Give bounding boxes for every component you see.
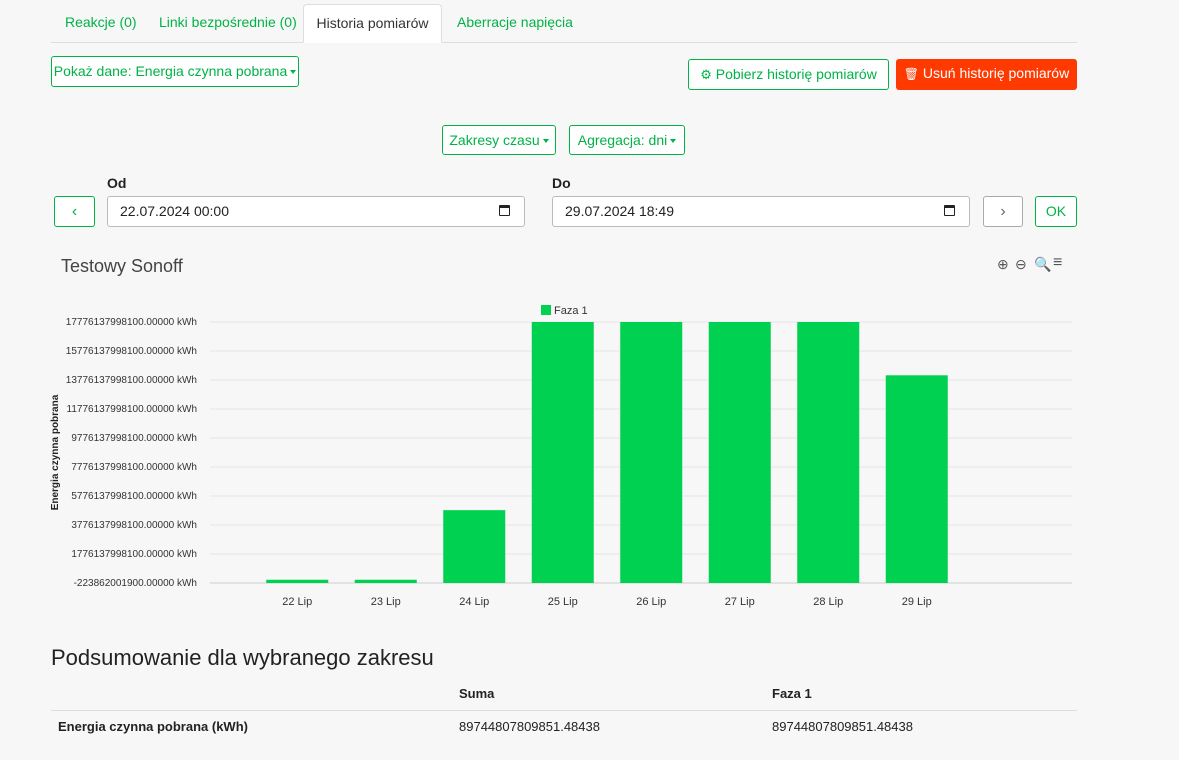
zoom-out-icon[interactable]: ⊖ — [1015, 256, 1027, 273]
legend-swatch — [541, 305, 551, 315]
chart-menu-icon[interactable]: ≡ — [1053, 254, 1062, 272]
show-data-dropdown[interactable]: Pokaż dane: Energia czynna pobrana — [51, 56, 299, 87]
to-label: Do — [552, 175, 571, 191]
y-tick-label: 1776137998100.00000 kWh — [71, 549, 197, 560]
bar — [708, 322, 771, 583]
to-datetime-input[interactable]: 29.07.2024 18:49 — [552, 196, 970, 227]
tab-direct-links[interactable]: Linki bezpośrednie (0) — [159, 4, 297, 41]
x-tick-label: 26 Lip — [636, 596, 666, 608]
summary-row-sum: 89744807809851.48438 — [459, 719, 600, 734]
bar — [620, 322, 683, 583]
x-tick-label: 28 Lip — [813, 596, 843, 608]
x-tick-label: 29 Lip — [902, 596, 932, 608]
y-tick-label: 17776137998100.00000 kWh — [66, 317, 197, 328]
summary-title: Podsumowanie dla wybranego zakresu — [51, 645, 434, 670]
gear-icon: ⚙ — [700, 67, 712, 82]
summary-divider — [51, 710, 1077, 711]
bar — [266, 579, 329, 583]
tab-voltage-aberrations[interactable]: Aberracje napięcia — [457, 4, 573, 41]
tab-bar: Reakcje (0) Linki bezpośrednie (0) Histo… — [51, 4, 1077, 43]
tab-reactions[interactable]: Reakcje (0) — [65, 4, 137, 41]
x-tick-label: 25 Lip — [548, 596, 578, 608]
calendar-icon[interactable] — [944, 205, 955, 216]
bar — [531, 322, 594, 583]
bar — [354, 579, 417, 583]
delete-history-label: Usuń historię pomiarów — [922, 65, 1070, 81]
x-tick-label: 24 Lip — [459, 596, 489, 608]
next-range-button[interactable]: › — [983, 196, 1023, 227]
chart-title: Testowy Sonoff — [61, 256, 183, 276]
trash-icon: 🗑 — [903, 67, 920, 81]
legend-label: Faza 1 — [554, 305, 588, 317]
download-history-label: Pobierz historię pomiarów — [715, 66, 877, 82]
bar — [443, 510, 506, 583]
y-tick-label: 9776137998100.00000 kWh — [71, 433, 197, 444]
ok-label: OK — [1045, 203, 1067, 219]
y-tick-label: 11776137998100.00000 kWh — [67, 404, 197, 415]
bar — [885, 375, 948, 583]
from-datetime-input[interactable]: 22.07.2024 00:00 — [107, 196, 525, 227]
x-tick-label: 23 Lip — [371, 596, 401, 608]
y-tick-label: 7776137998100.00000 kWh — [71, 462, 197, 473]
x-tick-label: 22 Lip — [282, 596, 312, 608]
download-history-button[interactable]: ⚙ Pobierz historię pomiarów — [688, 59, 889, 90]
tab-measurement-history[interactable]: Historia pomiarów — [303, 4, 442, 43]
aggregation-dropdown[interactable]: Agregacja: dni — [569, 125, 685, 155]
caret-down-icon — [670, 139, 677, 144]
from-label: Od — [107, 175, 127, 191]
x-tick-label: 27 Lip — [725, 596, 755, 608]
calendar-icon[interactable] — [499, 205, 510, 216]
y-tick-label: 5776137998100.00000 kWh — [71, 491, 197, 502]
caret-down-icon — [542, 139, 549, 144]
summary-row-label: Energia czynna pobrana (kWh) — [58, 719, 248, 734]
show-data-label: Pokaż dane: Energia czynna pobrana — [53, 63, 288, 79]
previous-range-button[interactable]: ‹ — [54, 196, 95, 227]
delete-history-button[interactable]: 🗑 Usuń historię pomiarów — [896, 59, 1077, 90]
bar-chart: 17776137998100.00000 kWh 15776137998100.0… — [50, 305, 1072, 608]
zoom-in-icon[interactable]: ⊕ — [997, 256, 1009, 273]
time-ranges-dropdown[interactable]: Zakresy czasu — [442, 125, 556, 155]
summary-row-phase1: 89744807809851.48438 — [772, 719, 913, 734]
y-axis-title: Energia czynna pobrana — [50, 394, 61, 510]
chevron-right-icon: › — [1000, 203, 1006, 220]
y-tick-label: 13776137998100.00000 kWh — [66, 375, 197, 386]
bar — [797, 322, 860, 583]
summary-header-sum: Suma — [459, 686, 495, 701]
caret-down-icon — [290, 70, 297, 75]
to-datetime-value: 29.07.2024 18:49 — [565, 203, 674, 219]
y-tick-label: 15776137998100.00000 kWh — [66, 346, 197, 357]
chevron-left-icon: ‹ — [71, 203, 78, 220]
y-tick-label: -223862001900.00000 kWh — [74, 578, 197, 589]
from-datetime-value: 22.07.2024 00:00 — [120, 203, 229, 219]
y-tick-label: 3776137998100.00000 kWh — [71, 520, 197, 531]
aggregation-label: Agregacja: dni — [577, 132, 668, 148]
summary-header-phase1: Faza 1 — [772, 686, 812, 701]
time-ranges-label: Zakresy czasu — [449, 132, 540, 148]
zoom-select-icon[interactable]: 🔍 — [1034, 256, 1051, 273]
ok-button[interactable]: OK — [1035, 196, 1077, 227]
